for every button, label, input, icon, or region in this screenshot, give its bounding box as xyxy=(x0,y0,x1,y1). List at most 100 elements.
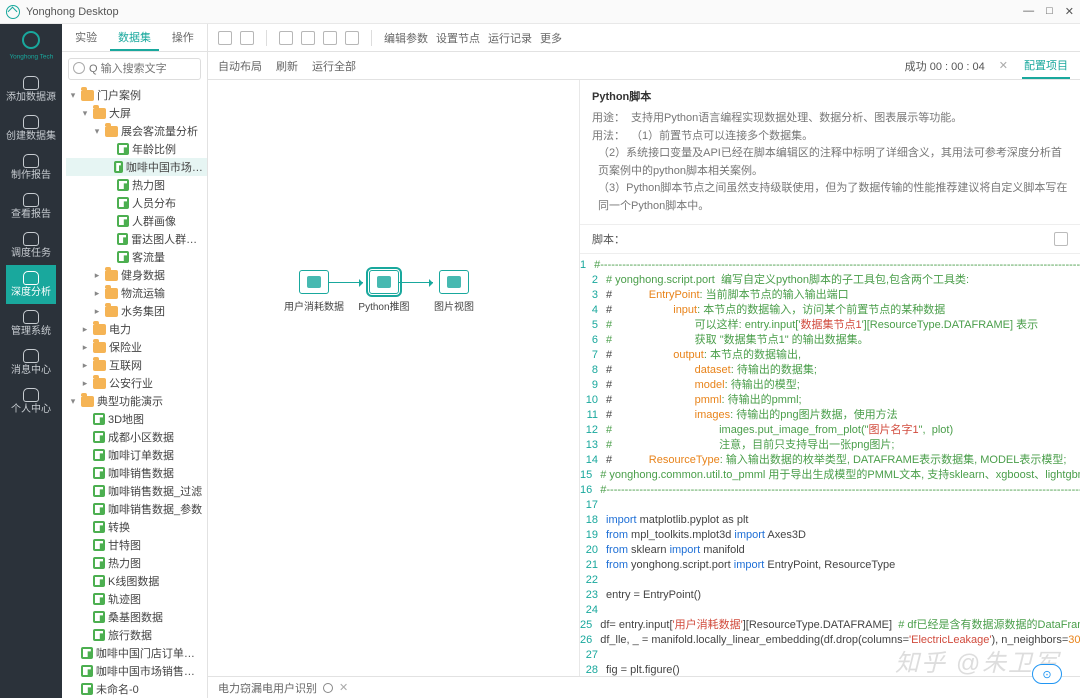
dataset-icon xyxy=(81,683,93,695)
folder-icon xyxy=(93,324,106,335)
tree-item[interactable]: 人群画像 xyxy=(66,212,207,230)
toolbar-icon[interactable] xyxy=(279,31,293,45)
tree-item[interactable]: K线图数据 xyxy=(66,572,207,590)
menu-set-node[interactable]: 设置节点 xyxy=(436,30,480,46)
dataset-icon xyxy=(117,233,129,245)
bottom-tab[interactable]: 电力窃漏电用户识别 xyxy=(218,680,317,696)
tree-item[interactable]: 咖啡订单数据 xyxy=(66,446,207,464)
btn-run-all[interactable]: 运行全部 xyxy=(312,58,356,74)
dataset-icon xyxy=(117,143,129,155)
tree-item[interactable]: 未命名-0 xyxy=(66,680,207,698)
window-close-button[interactable]: ✕ xyxy=(1065,5,1074,18)
toolbar-icon[interactable] xyxy=(345,31,359,45)
tree-item[interactable]: 咖啡中国市场销售数据 xyxy=(66,662,207,680)
btn-refresh[interactable]: 刷新 xyxy=(276,58,298,74)
tree-item[interactable]: 热力图 xyxy=(66,554,207,572)
flow-node-imageview[interactable]: 图片视图 xyxy=(428,270,480,313)
close-icon[interactable]: ✕ xyxy=(999,59,1008,72)
nav-item[interactable]: 消息中心 xyxy=(6,343,56,382)
tree-item[interactable]: 雷达图人群画像 xyxy=(66,230,207,248)
nav-icon xyxy=(23,193,39,207)
script-editor[interactable]: 1#--------------------------------------… xyxy=(580,254,1080,676)
toolbar-icon[interactable] xyxy=(301,31,315,45)
tree-item[interactable]: 年龄比例 xyxy=(66,140,207,158)
tree-item[interactable]: 热力图 xyxy=(66,176,207,194)
nav-item[interactable]: 查看报告 xyxy=(6,187,56,226)
tree-item[interactable]: 客流量 xyxy=(66,248,207,266)
tree-folder[interactable]: ▾展会客流量分析 xyxy=(66,122,207,140)
flow-node-python[interactable]: Python推图 xyxy=(358,270,410,313)
nav-item[interactable]: 调度任务 xyxy=(6,226,56,265)
tree-item[interactable]: 咖啡中国市场销售数据 xyxy=(66,158,207,176)
tree-item[interactable]: 桑基图数据 xyxy=(66,608,207,626)
sub-toolbar: 自动布局 刷新 运行全部 成功 00 : 00 : 04 ✕ 配置项目 xyxy=(208,52,1080,80)
search-icon[interactable] xyxy=(323,683,333,693)
bottom-tab-bar: 电力窃漏电用户识别 ✕ xyxy=(208,676,1080,698)
window-title: Yonghong Desktop xyxy=(26,6,119,18)
tab-dataset[interactable]: 数据集 xyxy=(110,24,158,51)
dataset-icon xyxy=(93,467,105,479)
nav-item[interactable]: 深度分析 xyxy=(6,265,56,304)
nav-item[interactable]: 创建数据集 xyxy=(6,109,56,148)
tree-item[interactable]: 咖啡中国门店订单数据 xyxy=(66,644,207,662)
tree-item[interactable]: 咖啡销售数据_参数 xyxy=(66,500,207,518)
tree-item[interactable]: 咖啡销售数据 xyxy=(66,464,207,482)
dataset-tree: ▾门户案例▾大屏▾展会客流量分析年龄比例咖啡中国市场销售数据热力图人员分布人群画… xyxy=(62,84,207,698)
dataset-icon xyxy=(93,485,105,497)
dataset-icon xyxy=(93,521,105,533)
tree-folder[interactable]: ▸公安行业 xyxy=(66,374,207,392)
menu-edit-params[interactable]: 编辑参数 xyxy=(384,30,428,46)
flow-node-input[interactable]: 用户消耗数据 xyxy=(288,270,340,313)
tab-config[interactable]: 配置项目 xyxy=(1022,53,1070,79)
dataset-icon xyxy=(93,431,105,443)
tree-folder[interactable]: ▾门户案例 xyxy=(66,86,207,104)
flow-canvas[interactable]: 用户消耗数据 Python推图 图片视图 xyxy=(208,80,580,676)
toolbar-icon[interactable] xyxy=(218,31,232,45)
dataset-icon xyxy=(81,665,93,677)
window-maximize-button[interactable]: □ xyxy=(1046,5,1053,18)
menu-run-history[interactable]: 运行记录 xyxy=(488,30,532,46)
nav-icon xyxy=(23,154,39,168)
tree-item[interactable]: 旅行数据 xyxy=(66,626,207,644)
tree-folder[interactable]: ▾典型功能演示 xyxy=(66,392,207,410)
tab-experiment[interactable]: 实验 xyxy=(62,24,110,51)
config-title: Python脚本 xyxy=(592,88,1068,104)
toolbar-icon[interactable] xyxy=(323,31,337,45)
tree-item[interactable]: 轨迹图 xyxy=(66,590,207,608)
search-input[interactable] xyxy=(68,58,201,80)
nav-item[interactable]: 管理系统 xyxy=(6,304,56,343)
dataset-icon xyxy=(117,215,129,227)
tree-item[interactable]: 人员分布 xyxy=(66,194,207,212)
tab-operation[interactable]: 操作 xyxy=(159,24,207,51)
toolbar-icon[interactable] xyxy=(240,31,254,45)
tree-folder[interactable]: ▸互联网 xyxy=(66,356,207,374)
btn-auto-layout[interactable]: 自动布局 xyxy=(218,58,262,74)
tree-item[interactable]: 咖啡销售数据_过滤 xyxy=(66,482,207,500)
window-minimize-button[interactable]: — xyxy=(1023,5,1034,18)
expand-icon[interactable] xyxy=(1054,232,1068,246)
tree-item[interactable]: 转换 xyxy=(66,518,207,536)
close-icon[interactable]: ✕ xyxy=(339,681,348,694)
tree-folder[interactable]: ▸健身数据 xyxy=(66,266,207,284)
folder-icon xyxy=(105,306,118,317)
tree-item[interactable]: 3D地图 xyxy=(66,410,207,428)
menu-more[interactable]: 更多 xyxy=(540,30,562,46)
tree-folder[interactable]: ▸保险业 xyxy=(66,338,207,356)
assistant-button[interactable]: ⊙ xyxy=(1032,664,1062,684)
nav-icon xyxy=(23,232,39,246)
nav-item[interactable]: 制作报告 xyxy=(6,148,56,187)
tree-folder[interactable]: ▸电力 xyxy=(66,320,207,338)
tree-folder[interactable]: ▾大屏 xyxy=(66,104,207,122)
tree-item[interactable]: 成都小区数据 xyxy=(66,428,207,446)
dataset-icon xyxy=(93,575,105,587)
tree-item[interactable]: 甘特图 xyxy=(66,536,207,554)
left-nav: Yonghong Tech 添加数据源创建数据集制作报告查看报告调度任务深度分析… xyxy=(0,24,62,698)
nav-icon xyxy=(23,115,39,129)
nav-item[interactable]: 添加数据源 xyxy=(6,70,56,109)
dataset-icon xyxy=(81,647,93,659)
search-icon xyxy=(73,62,85,74)
tree-folder[interactable]: ▸物流运输 xyxy=(66,284,207,302)
dataset-icon xyxy=(117,179,129,191)
tree-folder[interactable]: ▸水务集团 xyxy=(66,302,207,320)
nav-item[interactable]: 个人中心 xyxy=(6,382,56,421)
